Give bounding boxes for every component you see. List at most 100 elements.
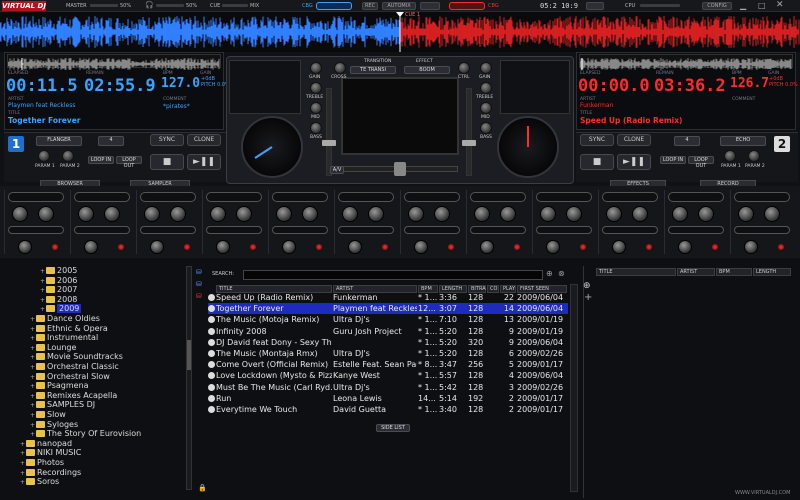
effect-level-knob[interactable] bbox=[480, 240, 494, 254]
toolbar-button-2[interactable] bbox=[586, 2, 604, 10]
table-row[interactable]: Must Be The Music (Carl Ryd... Ultra Dj's… bbox=[208, 382, 568, 393]
expand-icon[interactable]: + bbox=[30, 354, 35, 361]
effect-level-knob[interactable] bbox=[414, 240, 428, 254]
effect-name-field[interactable] bbox=[536, 192, 592, 202]
tree-folder-item[interactable]: + NIKI MUSIC bbox=[20, 448, 81, 458]
effect-level-knob[interactable] bbox=[348, 240, 362, 254]
effect-active-indicator[interactable] bbox=[118, 244, 124, 250]
left-stop-button[interactable]: ■ bbox=[150, 154, 184, 170]
left-loop-out-button[interactable]: LOOP OUT bbox=[116, 156, 142, 169]
effect-slot-field[interactable] bbox=[74, 226, 130, 234]
effect-slot-field[interactable] bbox=[602, 226, 658, 234]
effect-name-field[interactable] bbox=[734, 192, 790, 202]
effect-name-field[interactable] bbox=[602, 192, 658, 202]
right-jog-wheel[interactable] bbox=[497, 116, 559, 178]
table-row[interactable]: Together Forever Playmen feat Reckless 12.… bbox=[208, 303, 568, 315]
expand-icon[interactable]: + bbox=[30, 364, 35, 371]
effect-param-knob[interactable] bbox=[632, 206, 648, 222]
left-sync-button[interactable]: SYNC bbox=[150, 134, 184, 146]
effect-active-indicator[interactable] bbox=[514, 244, 520, 250]
expand-icon[interactable]: + bbox=[30, 383, 35, 390]
tree-folder-item[interactable]: + Ethnic & Opera bbox=[30, 324, 108, 334]
sidelist-column-header[interactable]: LENGTH bbox=[753, 268, 791, 276]
left-loop-length[interactable]: 4 bbox=[98, 136, 124, 146]
effect-slot-field[interactable] bbox=[8, 226, 64, 234]
effect-param-knob[interactable] bbox=[408, 206, 424, 222]
expand-icon[interactable]: + bbox=[40, 278, 45, 285]
effect-active-indicator[interactable] bbox=[646, 244, 652, 250]
effect-param-knob[interactable] bbox=[540, 206, 556, 222]
search-input[interactable] bbox=[243, 270, 543, 280]
tree-folder-item[interactable]: + Syloges bbox=[30, 420, 78, 430]
effect-active-indicator[interactable] bbox=[250, 244, 256, 250]
video-effect-select[interactable]: BOOM bbox=[404, 66, 450, 74]
effect-param-knob[interactable] bbox=[236, 206, 252, 222]
right-clone-button[interactable]: CLONE bbox=[617, 134, 651, 146]
tree-folder-item[interactable]: + Psagmena bbox=[30, 381, 89, 391]
left-gain-knob[interactable] bbox=[310, 62, 322, 74]
expand-icon[interactable]: + bbox=[30, 422, 35, 429]
effect-param-knob[interactable] bbox=[302, 206, 318, 222]
effect-slot-field[interactable] bbox=[470, 226, 526, 234]
sidelist-column-header[interactable]: TITLE bbox=[596, 268, 676, 276]
tree-folder-item[interactable]: + Remixes Acapella bbox=[30, 391, 117, 401]
effect-level-knob[interactable] bbox=[18, 240, 32, 254]
tree-folder-item[interactable]: + Movie Soundtracks bbox=[30, 352, 123, 362]
effect-level-knob[interactable] bbox=[744, 240, 758, 254]
tree-folder-item[interactable]: + Recordings bbox=[20, 468, 81, 478]
left-clone-button[interactable]: CLONE bbox=[187, 134, 221, 146]
effect-level-knob[interactable] bbox=[150, 240, 164, 254]
effect-param-knob[interactable] bbox=[12, 206, 28, 222]
tree-folder-item[interactable]: + Instrumental bbox=[30, 333, 98, 343]
right-stop-button[interactable]: ■ bbox=[580, 154, 614, 170]
expand-icon[interactable]: + bbox=[30, 374, 35, 381]
automix-button[interactable]: AUTOMIX bbox=[382, 2, 416, 10]
effect-slot-field[interactable] bbox=[536, 226, 592, 234]
effect-active-indicator[interactable] bbox=[184, 244, 190, 250]
right-volume-fader[interactable] bbox=[466, 88, 472, 176]
right-fader-handle[interactable] bbox=[462, 140, 476, 146]
config-button[interactable]: CONFIG bbox=[702, 2, 732, 10]
close-icon[interactable]: ✕ bbox=[776, 0, 784, 10]
left-volume-fader[interactable] bbox=[326, 88, 332, 176]
search-history-icon[interactable]: ⛁ bbox=[196, 292, 202, 300]
effect-param-knob[interactable] bbox=[210, 206, 226, 222]
master-volume-slider[interactable] bbox=[90, 4, 118, 7]
effect-slot-field[interactable] bbox=[206, 226, 262, 234]
tree-folder-item[interactable]: + Orchestral Slow bbox=[30, 372, 110, 382]
expand-icon[interactable]: + bbox=[20, 450, 25, 457]
rec-button[interactable]: REC bbox=[362, 2, 378, 10]
left-loop-in-button[interactable]: LOOP IN bbox=[88, 156, 114, 164]
left-play-pause-button[interactable]: ►❚❚ bbox=[187, 154, 221, 170]
expand-icon[interactable]: + bbox=[20, 460, 25, 467]
effect-param-knob[interactable] bbox=[342, 206, 358, 222]
effect-name-field[interactable] bbox=[338, 192, 394, 202]
right-gain-knob[interactable] bbox=[480, 62, 492, 74]
search-options-icon[interactable]: ⊕ bbox=[546, 269, 553, 278]
left-treble-knob[interactable] bbox=[310, 82, 322, 94]
tree-folder-item[interactable]: +2008 bbox=[40, 295, 77, 305]
folder-tree[interactable]: +2005 +2006 +2007 +2008 +2009 + Dance Oldies + E… bbox=[2, 262, 184, 498]
effect-param-knob[interactable] bbox=[698, 206, 714, 222]
crossfader-handle[interactable] bbox=[394, 162, 406, 176]
crossfader-knob[interactable] bbox=[334, 62, 346, 74]
tree-folder-item[interactable]: + Dance Oldies bbox=[30, 314, 100, 324]
table-row[interactable]: DJ David feat Dony - Sexy Thi... * 1... 5:… bbox=[208, 337, 568, 348]
right-play-pause-button[interactable]: ►❚❚ bbox=[617, 154, 651, 170]
effect-param-knob[interactable] bbox=[738, 206, 754, 222]
right-loop-in-button[interactable]: LOOP IN bbox=[660, 156, 686, 164]
effect-name-field[interactable] bbox=[8, 192, 64, 202]
expand-icon[interactable]: + bbox=[40, 306, 45, 313]
right-track-overview[interactable] bbox=[579, 54, 793, 70]
effect-name-field[interactable] bbox=[470, 192, 526, 202]
headphone-volume-slider[interactable] bbox=[156, 4, 184, 7]
table-row[interactable]: Love Lockdown (Mysto & Pizz... Kanye West… bbox=[208, 370, 568, 381]
tree-folder-item[interactable]: +2005 bbox=[40, 266, 77, 276]
tree-folder-item[interactable]: + Orchestral Classic bbox=[30, 362, 119, 372]
table-row[interactable]: Come Overt (Official Remix) Estelle Feat.… bbox=[208, 359, 568, 370]
effect-param-knob[interactable] bbox=[474, 206, 490, 222]
right-loop-length[interactable]: 4 bbox=[674, 136, 700, 146]
effect-param-knob[interactable] bbox=[672, 206, 688, 222]
minimize-icon[interactable]: ▁ bbox=[740, 1, 746, 10]
expand-icon[interactable]: + bbox=[30, 345, 35, 352]
